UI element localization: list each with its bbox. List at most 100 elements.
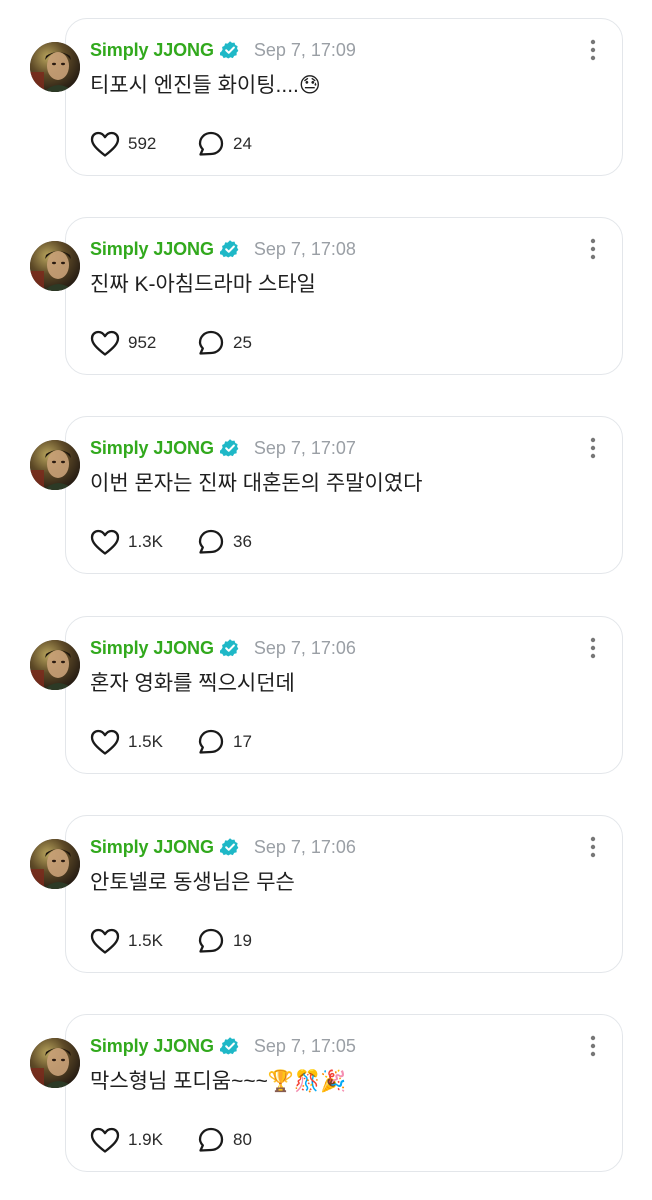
reply-bubble-icon	[196, 528, 226, 556]
more-options-icon[interactable]	[583, 1034, 603, 1058]
verified-badge-icon	[219, 837, 240, 857]
post-timestamp: Sep 7, 17:06	[253, 836, 356, 857]
post-header: Simply JJONG Sep 7, 17:08	[90, 237, 356, 261]
more-options-icon[interactable]	[583, 38, 603, 62]
post-actions: 1.3K 36	[90, 528, 252, 556]
reply-count: 36	[233, 532, 252, 551]
post-text: 티포시 엔진들 화이팅....😓	[90, 72, 321, 100]
reply-bubble-icon	[196, 329, 226, 357]
post-text-content: 진짜 K-아침드라마 스타일	[90, 273, 316, 296]
like-button[interactable]: 1.5K	[90, 927, 196, 955]
reply-count: 80	[233, 1130, 252, 1149]
reply-bubble-icon	[196, 130, 226, 158]
heart-icon	[90, 329, 120, 357]
reply-count: 25	[233, 333, 252, 352]
post-item[interactable]: Simply JJONG Sep 7, 17:09 티포시 엔진들 화이팅...…	[0, 18, 652, 180]
post-emoji: 🏆🎊🎉	[267, 1070, 347, 1093]
post-item[interactable]: Simply JJONG Sep 7, 17:07 이번 몬자는 진짜 대혼돈의…	[0, 416, 652, 578]
avatar[interactable]	[30, 440, 80, 490]
like-count: 952	[128, 333, 157, 352]
like-button[interactable]: 952	[90, 329, 196, 357]
post-text: 혼자 영화를 찍으시던데	[90, 670, 295, 698]
like-count: 1.5K	[128, 931, 163, 950]
post-text-content: 막스형님 포디움~~~	[90, 1070, 268, 1093]
reply-button[interactable]: 36	[196, 528, 252, 556]
like-button[interactable]: 1.5K	[90, 728, 196, 756]
post-item[interactable]: Simply JJONG Sep 7, 17:05 막스형님 포디움~~~🏆🎊🎉	[0, 1014, 652, 1176]
post-emoji: 😓	[298, 74, 321, 97]
post-header: Simply JJONG Sep 7, 17:07	[90, 436, 356, 460]
heart-icon	[90, 528, 120, 556]
post-actions: 1.5K 17	[90, 728, 252, 756]
avatar-image	[30, 1038, 80, 1088]
post-actions: 952 25	[90, 329, 252, 357]
heart-icon	[90, 728, 120, 756]
more-options-icon[interactable]	[583, 237, 603, 261]
reply-button[interactable]: 25	[196, 329, 252, 357]
post-actions: 1.9K 80	[90, 1126, 252, 1154]
reply-bubble-icon	[196, 927, 226, 955]
avatar[interactable]	[30, 42, 80, 92]
like-button[interactable]: 1.3K	[90, 528, 196, 556]
post-timestamp: Sep 7, 17:06	[253, 637, 356, 658]
author-name[interactable]: Simply JJONG	[90, 40, 214, 61]
verified-badge-icon	[219, 1036, 240, 1056]
reply-count: 17	[233, 732, 252, 751]
avatar-image	[30, 241, 80, 291]
author-name[interactable]: Simply JJONG	[90, 638, 214, 659]
heart-icon	[90, 927, 120, 955]
heart-icon	[90, 1126, 120, 1154]
author-name[interactable]: Simply JJONG	[90, 837, 214, 858]
post-actions: 592 24	[90, 130, 252, 158]
avatar[interactable]	[30, 1038, 80, 1088]
avatar-image	[30, 440, 80, 490]
like-button[interactable]: 1.9K	[90, 1126, 196, 1154]
like-count: 592	[128, 134, 157, 153]
post-item[interactable]: Simply JJONG Sep 7, 17:06 안토넬로 동생님은 무슨 1…	[0, 815, 652, 977]
reply-count: 19	[233, 931, 252, 950]
author-name[interactable]: Simply JJONG	[90, 1036, 214, 1057]
verified-badge-icon	[219, 40, 240, 60]
reply-button[interactable]: 80	[196, 1126, 252, 1154]
post-item[interactable]: Simply JJONG Sep 7, 17:06 혼자 영화를 찍으시던데 1…	[0, 616, 652, 778]
post-item[interactable]: Simply JJONG Sep 7, 17:08 진짜 K-아침드라마 스타일	[0, 217, 652, 379]
post-header: Simply JJONG Sep 7, 17:06	[90, 835, 356, 859]
verified-badge-icon	[219, 438, 240, 458]
avatar[interactable]	[30, 640, 80, 690]
heart-icon	[90, 130, 120, 158]
post-timestamp: Sep 7, 17:08	[253, 238, 356, 259]
more-options-icon[interactable]	[583, 436, 603, 460]
avatar[interactable]	[30, 839, 80, 889]
like-count: 1.3K	[128, 532, 163, 551]
avatar-image	[30, 42, 80, 92]
post-text-content: 이번 몬자는 진짜 대혼돈의 주말이였다	[90, 472, 423, 495]
verified-badge-icon	[219, 239, 240, 259]
reply-count: 24	[233, 134, 252, 153]
reply-bubble-icon	[196, 728, 226, 756]
like-count: 1.5K	[128, 732, 163, 751]
post-header: Simply JJONG Sep 7, 17:09	[90, 38, 356, 62]
post-text: 이번 몬자는 진짜 대혼돈의 주말이였다	[90, 470, 422, 498]
verified-badge-icon	[219, 638, 240, 658]
post-timestamp: Sep 7, 17:07	[253, 437, 356, 458]
author-name[interactable]: Simply JJONG	[90, 239, 214, 260]
author-name[interactable]: Simply JJONG	[90, 438, 214, 459]
post-header: Simply JJONG Sep 7, 17:05	[90, 1034, 356, 1058]
post-text-content: 안토넬로 동생님은 무슨	[90, 871, 295, 894]
reply-button[interactable]: 19	[196, 927, 252, 955]
reply-bubble-icon	[196, 1126, 226, 1154]
more-options-icon[interactable]	[583, 636, 603, 660]
reply-button[interactable]: 24	[196, 130, 252, 158]
post-text-content: 혼자 영화를 찍으시던데	[90, 672, 295, 695]
avatar[interactable]	[30, 241, 80, 291]
post-header: Simply JJONG Sep 7, 17:06	[90, 636, 356, 660]
reply-button[interactable]: 17	[196, 728, 252, 756]
like-button[interactable]: 592	[90, 130, 196, 158]
more-options-icon[interactable]	[583, 835, 603, 859]
post-timestamp: Sep 7, 17:05	[253, 1035, 356, 1056]
like-count: 1.9K	[128, 1130, 163, 1149]
post-text: 안토넬로 동생님은 무슨	[90, 869, 295, 897]
post-text: 막스형님 포디움~~~🏆🎊🎉	[90, 1068, 346, 1096]
post-text: 진짜 K-아침드라마 스타일	[90, 271, 316, 299]
avatar-image	[30, 640, 80, 690]
